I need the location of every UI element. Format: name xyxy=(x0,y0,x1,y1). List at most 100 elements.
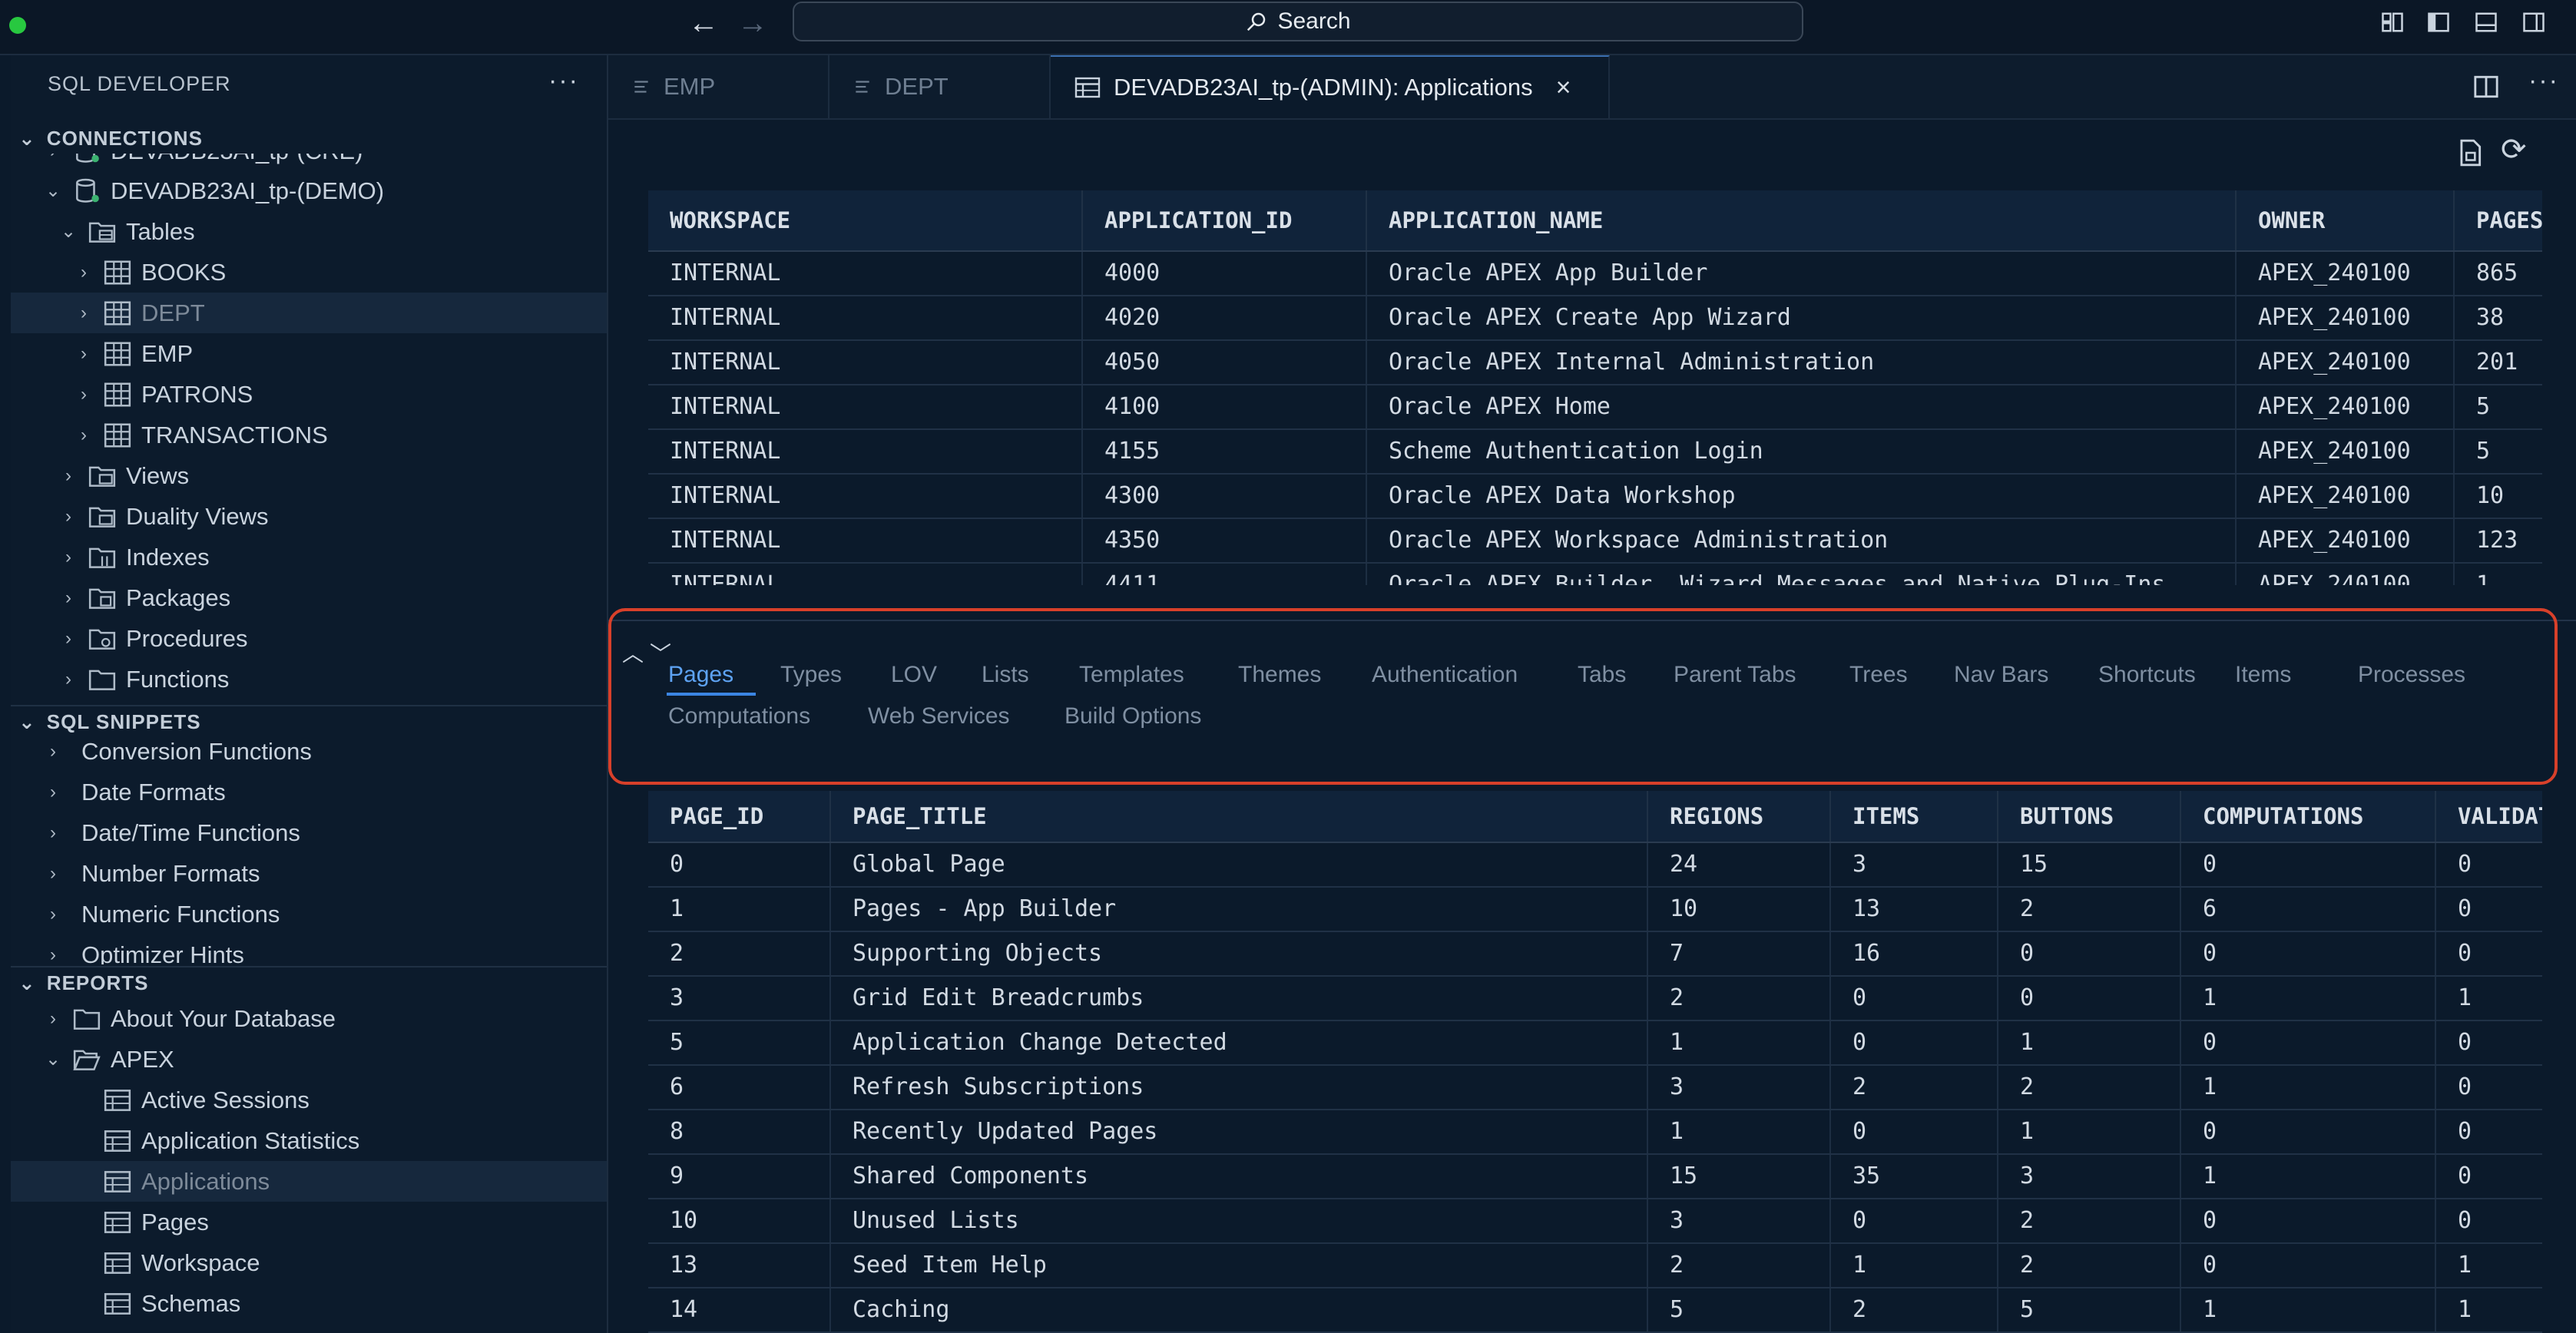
table-row[interactable]: 10 Unused Lists 3 0 2 0 0 xyxy=(648,1199,2542,1244)
tree-item-workspace[interactable]: Workspace xyxy=(11,1242,607,1283)
table-row[interactable]: 5 Application Change Detected 1 0 1 0 0 xyxy=(648,1021,2542,1066)
column-header-validations[interactable]: VALIDATIONS xyxy=(2436,791,2542,842)
table-row[interactable]: 1 Pages - App Builder 10 13 2 6 0 xyxy=(648,888,2542,932)
tree-item-apex[interactable]: ⌄ APEX xyxy=(11,1039,607,1080)
table-row[interactable]: INTERNAL 4155 Scheme Authentication Login A… xyxy=(648,430,2542,475)
chevron-right-icon[interactable]: › xyxy=(41,904,65,925)
column-header-regions[interactable]: REGIONS xyxy=(1648,791,1831,842)
table-row[interactable]: 9 Shared Components 15 35 3 1 0 xyxy=(648,1155,2542,1199)
detail-tab-web-services[interactable]: Web Services xyxy=(868,703,1010,729)
table-row[interactable]: 0 Global Page 24 3 15 0 0 xyxy=(648,843,2542,888)
tree-item-conversion-functions[interactable]: › Conversion Functions xyxy=(11,731,607,772)
tree-item-packages[interactable]: › Packages xyxy=(11,577,607,618)
detail-tab-tabs[interactable]: Tabs xyxy=(1578,662,1626,688)
tree-item-transactions[interactable]: › TRANSACTIONS xyxy=(11,415,607,455)
toggle-panel-icon[interactable] xyxy=(2475,11,2498,34)
tab-emp[interactable]: EMP xyxy=(608,55,829,118)
chevron-down-icon[interactable]: ⌄ xyxy=(41,1048,65,1070)
detail-tab-items[interactable]: Items xyxy=(2235,662,2291,688)
chevron-down-icon[interactable]: ⌄ xyxy=(57,220,80,243)
reports-section-header[interactable]: ⌄ REPORTS xyxy=(18,968,148,998)
tree-item-application-statistics[interactable]: Application Statistics xyxy=(11,1120,607,1161)
chevron-right-icon[interactable]: › xyxy=(41,1008,65,1030)
column-header-application-id[interactable]: APPLICATION_ID xyxy=(1083,190,1367,250)
chevron-right-icon[interactable]: › xyxy=(72,262,95,283)
chevron-down-icon[interactable]: ⌄ xyxy=(41,180,65,202)
table-row[interactable]: INTERNAL 4020 Oracle APEX Create App Wizar… xyxy=(648,296,2542,341)
chevron-right-icon[interactable]: › xyxy=(72,343,95,365)
column-header-computations[interactable]: COMPUTATIONS xyxy=(2181,791,2436,842)
refresh-icon[interactable]: ⟳ xyxy=(2501,132,2527,167)
tree-item-devadb23ai-tp-cre[interactable]: › DEVADB23AI_tp-(CRE) xyxy=(11,154,607,171)
column-header-page-id[interactable]: PAGE_ID xyxy=(648,791,831,842)
detail-tab-types[interactable]: Types xyxy=(780,662,842,688)
table-row[interactable]: 6 Refresh Subscriptions 3 2 2 1 0 xyxy=(648,1066,2542,1110)
detail-tab-themes[interactable]: Themes xyxy=(1238,662,1321,688)
chevron-right-icon[interactable]: › xyxy=(41,944,65,965)
detail-tab-nav-bars[interactable]: Nav Bars xyxy=(1954,662,2048,688)
command-search-box[interactable]: Search xyxy=(793,2,1803,41)
detail-tab-shortcuts[interactable]: Shortcuts xyxy=(2098,662,2196,688)
chevron-right-icon[interactable]: › xyxy=(41,822,65,844)
toggle-primary-sidebar-icon[interactable] xyxy=(2427,11,2450,34)
detail-tab-authentication[interactable]: Authentication xyxy=(1372,662,1518,688)
tab-applications-report[interactable]: DEVADB23AI_tp-(ADMIN): Applications × xyxy=(1051,55,1610,118)
table-row[interactable]: INTERNAL 4050 Oracle APEX Internal Adminis… xyxy=(648,341,2542,385)
more-actions-icon[interactable]: ··· xyxy=(2528,66,2559,96)
tab-dept[interactable]: DEPT xyxy=(829,55,1051,118)
tree-item-duality-views[interactable]: › Duality Views xyxy=(11,496,607,537)
tree-item-date-formats[interactable]: › Date Formats xyxy=(11,772,607,812)
table-row[interactable]: INTERNAL 4000 Oracle APEX App Builder APEX_… xyxy=(648,252,2542,296)
detail-tab-templates[interactable]: Templates xyxy=(1079,662,1184,688)
tree-item-indexes[interactable]: › Indexes xyxy=(11,537,607,577)
detail-tab-parent-tabs[interactable]: Parent Tabs xyxy=(1674,662,1796,688)
column-header-items[interactable]: ITEMS xyxy=(1831,791,1998,842)
column-header-pages[interactable]: PAGES xyxy=(2455,190,2542,250)
table-row[interactable]: 8 Recently Updated Pages 1 0 1 0 0 xyxy=(648,1110,2542,1155)
column-header-buttons[interactable]: BUTTONS xyxy=(1998,791,2181,842)
table-row[interactable]: 13 Seed Item Help 2 1 2 0 1 xyxy=(648,1244,2542,1288)
table-row[interactable]: 3 Grid Edit Breadcrumbs 2 0 0 1 1 xyxy=(648,977,2542,1021)
tree-item-views[interactable]: › Views xyxy=(11,455,607,496)
chevron-right-icon[interactable]: › xyxy=(41,782,65,803)
tree-item-tables[interactable]: ⌄ Tables xyxy=(11,211,607,252)
tree-item-pages[interactable]: Pages xyxy=(11,1202,607,1242)
tree-item-patrons[interactable]: › PATRONS xyxy=(11,374,607,415)
detail-tab-computations[interactable]: Computations xyxy=(668,703,810,729)
chevron-right-icon[interactable]: › xyxy=(57,547,80,568)
chevron-right-icon[interactable]: › xyxy=(57,628,80,650)
chevron-right-icon[interactable]: › xyxy=(57,465,80,487)
chevron-right-icon[interactable]: › xyxy=(41,741,65,762)
connections-section-header[interactable]: ⌄ CONNECTIONS xyxy=(18,123,203,154)
tree-item-procedures[interactable]: › Procedures xyxy=(11,618,607,659)
table-row[interactable]: 2 Supporting Objects 7 16 0 0 0 xyxy=(648,932,2542,977)
column-header-application-name[interactable]: APPLICATION_NAME xyxy=(1367,190,2237,250)
detail-tab-pages[interactable]: Pages xyxy=(668,662,733,688)
table-row[interactable]: INTERNAL 4411 Oracle APEX Builder, Wizard … xyxy=(648,564,2542,585)
tree-item-functions[interactable]: › Functions xyxy=(11,659,607,700)
forward-arrow-icon[interactable]: → xyxy=(737,6,768,40)
detail-tab-build-options[interactable]: Build Options xyxy=(1065,703,1201,729)
tree-item-about-your-database[interactable]: › About Your Database xyxy=(11,998,607,1039)
tree-item-dept[interactable]: ›DEPT⟳ xyxy=(11,293,607,333)
detail-tab-processes[interactable]: Processes xyxy=(2358,662,2465,688)
chevron-right-icon[interactable]: › xyxy=(41,154,65,162)
back-arrow-icon[interactable]: ← xyxy=(688,6,719,40)
close-icon[interactable]: × xyxy=(1556,73,1571,103)
window-control-dot[interactable] xyxy=(9,17,26,34)
tree-item-date-time-functions[interactable]: › Date/Time Functions xyxy=(11,812,607,853)
column-header-page-title[interactable]: PAGE_TITLE xyxy=(831,791,1648,842)
chevron-right-icon[interactable]: › xyxy=(72,384,95,405)
customize-layout-icon[interactable] xyxy=(2381,11,2404,34)
chevron-right-icon[interactable]: › xyxy=(41,863,65,885)
chevron-right-icon[interactable]: › xyxy=(57,506,80,528)
more-actions-icon[interactable]: ··· xyxy=(548,66,579,96)
chevron-right-icon[interactable]: › xyxy=(72,425,95,446)
detail-tab-lov[interactable]: LOV xyxy=(891,662,937,688)
tree-item-optimizer-hints[interactable]: › Optimizer Hints xyxy=(11,934,607,965)
detail-tab-lists[interactable]: Lists xyxy=(982,662,1029,688)
column-header-workspace[interactable]: WORKSPACE xyxy=(648,190,1083,250)
tree-item-numeric-functions[interactable]: › Numeric Functions xyxy=(11,894,607,934)
chevron-right-icon[interactable]: › xyxy=(72,303,95,324)
split-editor-icon[interactable] xyxy=(2473,74,2499,100)
